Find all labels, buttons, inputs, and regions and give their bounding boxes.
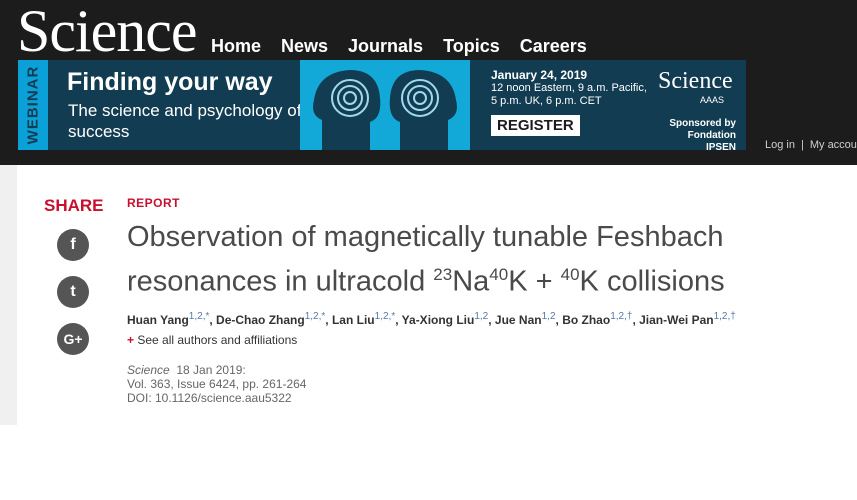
title-text: K +	[508, 265, 561, 298]
account-divider: |	[800, 139, 804, 151]
webinar-time: 12 noon Eastern, 9 a.m. Pacific, 5 p.m. …	[491, 82, 647, 107]
publish-date: 18 Jan 2019:	[176, 363, 246, 377]
sponsor-text: Sponsored by Fondation IPSEN	[669, 118, 736, 150]
volume-info: Vol. 363, Issue 6424, pp. 261-264	[127, 377, 307, 391]
isotope-superscript: 23	[433, 265, 453, 284]
nav-news[interactable]: News	[281, 36, 328, 56]
my-account-link[interactable]: My accoun	[810, 139, 857, 151]
author-affiliation[interactable]: 1,2	[474, 311, 488, 322]
maze-heads-illustration	[300, 60, 470, 150]
nav-home[interactable]: Home	[211, 36, 261, 56]
author-affiliation[interactable]: 1,2,*	[189, 311, 210, 322]
nav-careers[interactable]: Careers	[520, 36, 587, 56]
nav-journals[interactable]: Journals	[348, 36, 423, 56]
article-type: REPORT	[127, 196, 181, 210]
banner-subheadline: The science and psychology of success	[68, 101, 302, 141]
author-name[interactable]: Lan Liu	[332, 313, 375, 327]
author-affiliation[interactable]: 1,2,†	[714, 311, 736, 322]
author-affiliation[interactable]: 1,2,*	[375, 311, 396, 322]
author-affiliation[interactable]: 1,2	[542, 311, 556, 322]
title-text: K collisions	[579, 265, 725, 298]
facebook-icon[interactable]: f	[57, 229, 89, 261]
twitter-icon[interactable]: t	[57, 276, 89, 308]
account-links: Log in | My accoun	[765, 139, 857, 151]
sponsor-science-logo: Science	[658, 68, 733, 94]
isotope-superscript: 40	[560, 265, 580, 284]
left-gutter	[0, 165, 17, 425]
main-nav: Home News Journals Topics Careers	[211, 36, 607, 56]
author-affiliation[interactable]: 1,2,*	[305, 311, 326, 322]
author-name[interactable]: Jue Nan	[495, 313, 542, 327]
author-name[interactable]: De-Chao Zhang	[216, 313, 305, 327]
register-button[interactable]: REGISTER	[491, 115, 580, 136]
share-label: SHARE	[44, 196, 104, 215]
author-name[interactable]: Jian-Wei Pan	[639, 313, 713, 327]
doi[interactable]: DOI: 10.1126/science.aau5322	[127, 391, 306, 405]
author-name[interactable]: Bo Zhao	[562, 313, 610, 327]
see-all-authors-link[interactable]: + See all authors and affiliations	[127, 333, 297, 347]
article-title: Observation of magnetically tunable Fesh…	[127, 219, 847, 301]
author-affiliation[interactable]: 1,2,†	[610, 311, 632, 322]
journal-name: Science	[127, 363, 170, 377]
banner-headline: Finding your way	[67, 68, 273, 96]
science-logo[interactable]: Science	[17, 0, 198, 66]
webinar-banner-ad[interactable]: WEBINAR Finding your way The science and…	[18, 60, 746, 150]
author-name[interactable]: Ya-Xiong Liu	[402, 313, 475, 327]
author-name[interactable]: Huan Yang	[127, 313, 189, 327]
webinar-date: January 24, 2019	[491, 68, 588, 82]
author-list: Huan Yang1,2,*, De-Chao Zhang1,2,*, Lan …	[127, 311, 736, 327]
article-header: SHARE f t G+ REPORT Observation of magne…	[0, 165, 857, 425]
nav-topics[interactable]: Topics	[443, 36, 500, 56]
citation: Science 18 Jan 2019: Vol. 363, Issue 642…	[127, 363, 306, 405]
title-text: Na	[452, 265, 490, 298]
top-header: Science Home News Journals Topics Career…	[0, 0, 857, 165]
login-link[interactable]: Log in	[765, 139, 795, 151]
webinar-tag: WEBINAR	[18, 60, 48, 150]
google-plus-icon[interactable]: G+	[57, 323, 89, 355]
aaas-logo: AAAS	[700, 95, 725, 105]
isotope-superscript: 40	[489, 265, 509, 284]
plus-icon: +	[127, 333, 135, 347]
